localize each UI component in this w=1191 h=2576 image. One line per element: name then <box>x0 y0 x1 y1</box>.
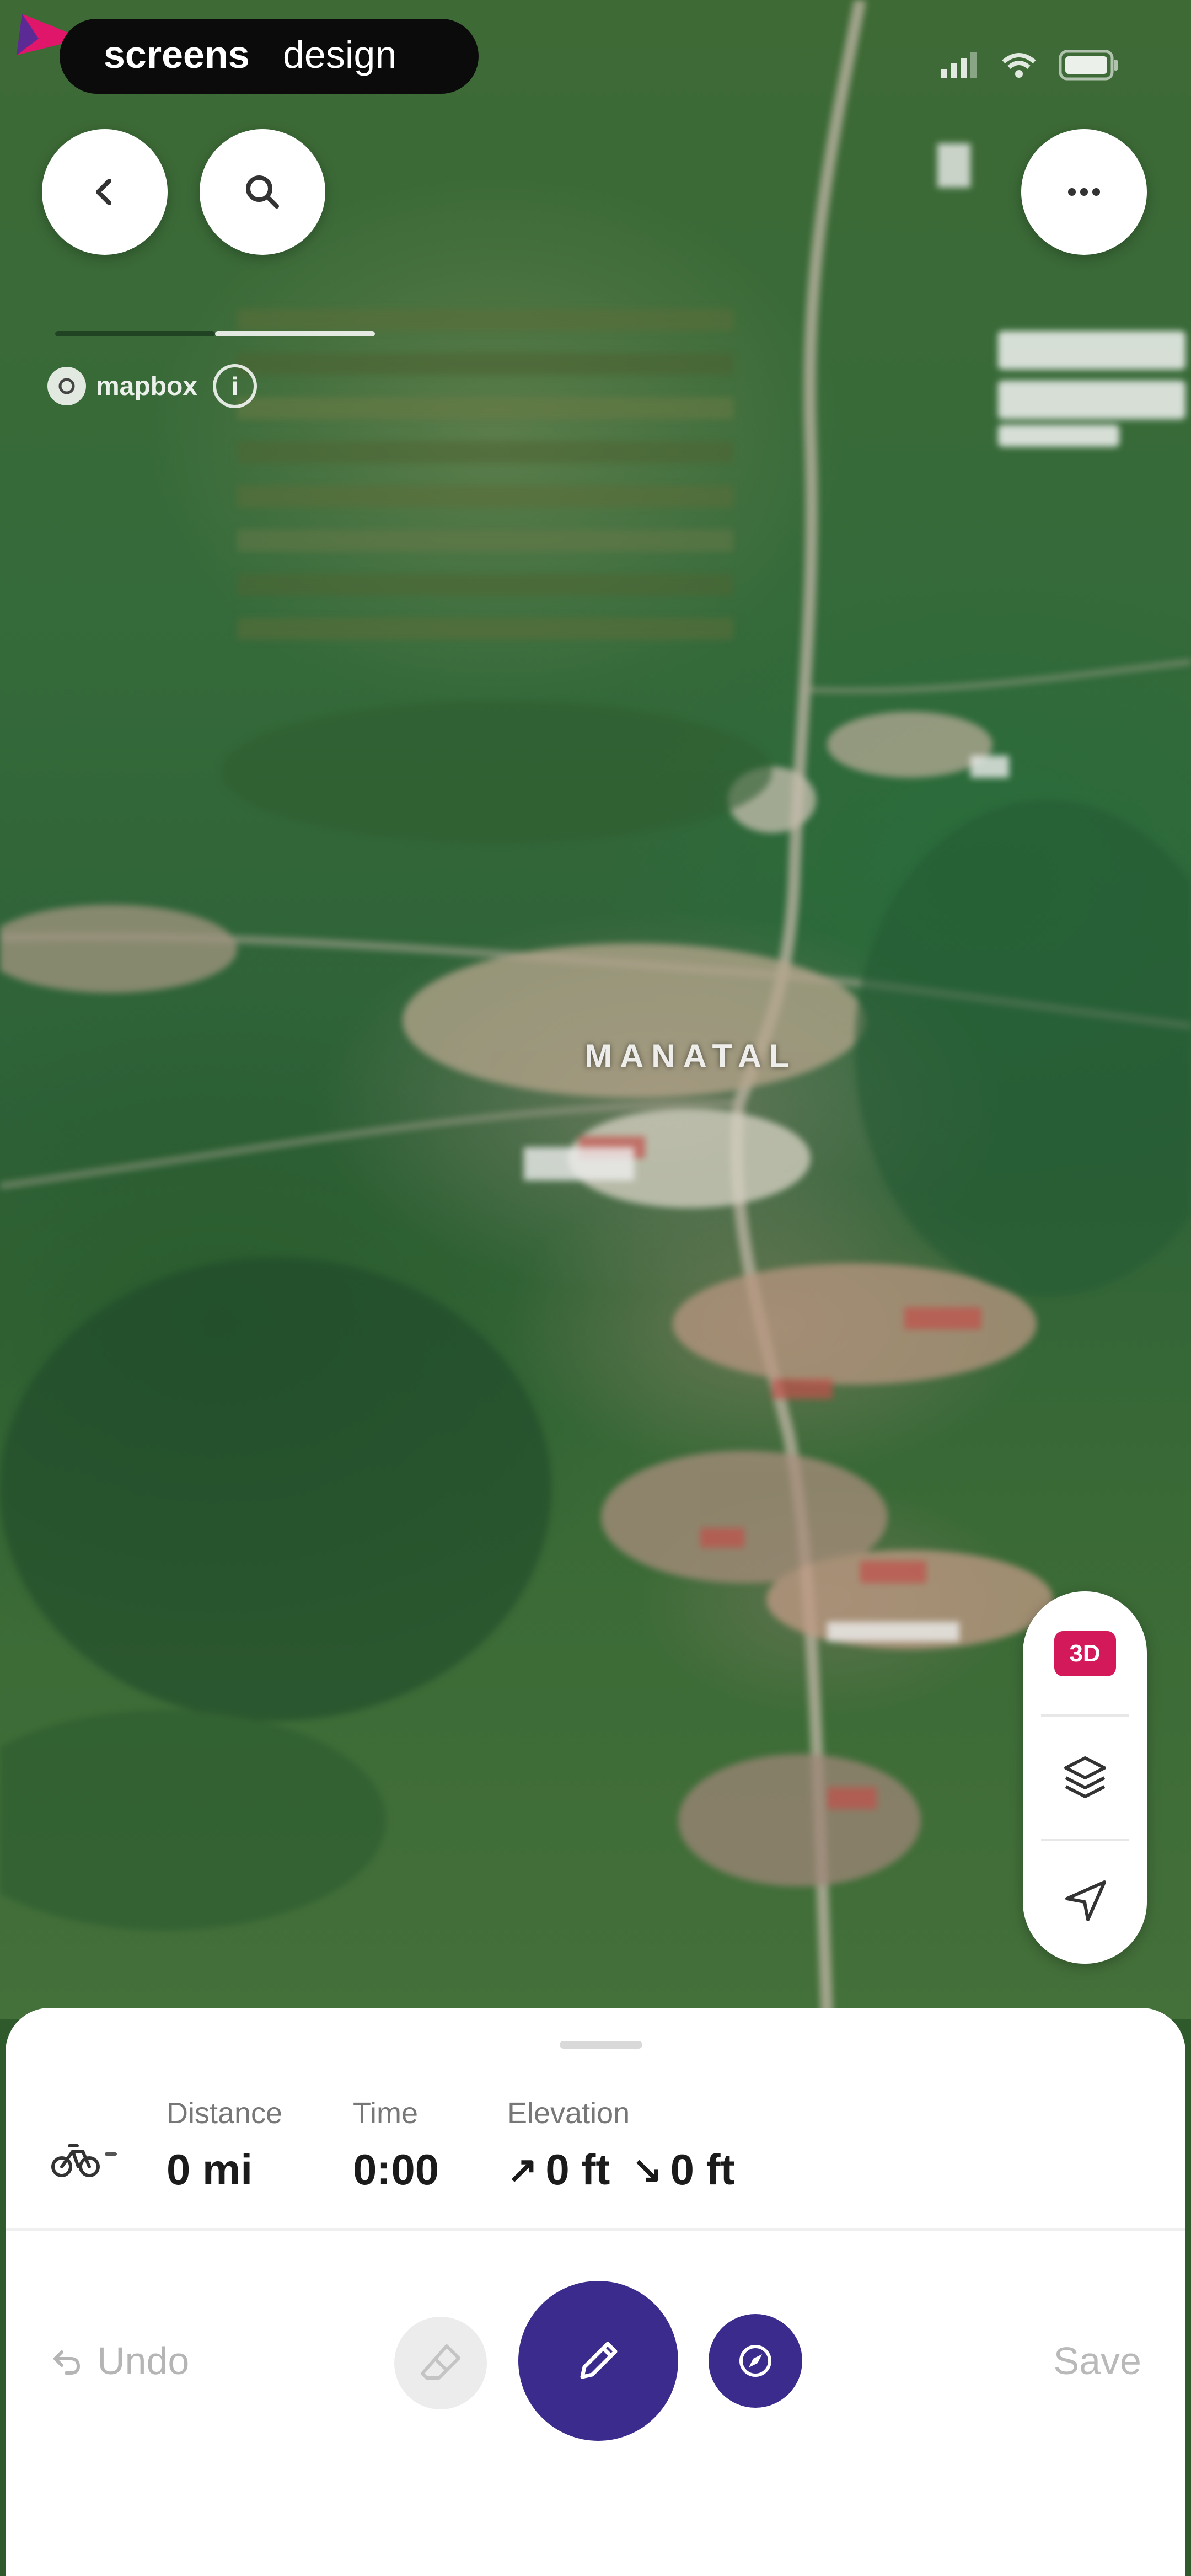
back-button[interactable] <box>42 129 168 255</box>
wifi-icon <box>1002 53 1036 78</box>
controls-divider <box>1040 1714 1129 1717</box>
search-button[interactable] <box>200 129 325 255</box>
elevation-loss-value: 0 ft <box>670 2145 735 2194</box>
elevation-loss: ↘ 0 ft <box>632 2145 734 2195</box>
layers-button[interactable] <box>1044 1736 1126 1819</box>
pencil-icon <box>580 2342 618 2379</box>
controls-divider <box>1040 1838 1129 1841</box>
elevation-label: Elevation <box>507 2097 630 2130</box>
svg-text:screens: screens <box>104 33 250 76</box>
undo-label: Undo <box>97 2339 190 2382</box>
eraser-icon <box>421 2344 460 2380</box>
snap-to-road-button[interactable] <box>709 2314 802 2408</box>
undo-icon <box>53 2350 81 2375</box>
layers-icon <box>1064 1756 1106 1799</box>
mapbox-logo[interactable]: mapbox <box>47 367 197 405</box>
elevation-stat: Elevation ↗ 0 ft ↘ 0 ft <box>507 2096 735 2195</box>
arrow-up-right-icon: ↗ <box>507 2149 538 2190</box>
draw-route-button[interactable] <box>518 2281 678 2441</box>
distance-value: 0 mi <box>167 2145 253 2194</box>
compass-icon <box>739 2345 771 2377</box>
undo-button[interactable]: Undo <box>50 2339 189 2383</box>
locate-me-button[interactable] <box>1044 1860 1126 1943</box>
mapbox-label: mapbox <box>96 371 198 401</box>
save-button[interactable]: Save <box>1053 2339 1141 2383</box>
svg-text:design: design <box>283 33 396 76</box>
screensdesign-logo: screens design <box>104 33 396 76</box>
chevron-left-icon <box>96 179 111 205</box>
map-scale-bar <box>55 331 375 336</box>
elevation-gain-value: 0 ft <box>545 2145 610 2194</box>
screensdesign-watermark: screens design <box>60 19 479 94</box>
status-bar <box>941 50 1119 81</box>
3d-label: 3D <box>1069 1639 1101 1667</box>
search-icon <box>246 175 279 209</box>
route-type-dropdown-indicator <box>105 2152 117 2156</box>
cycling-icon[interactable] <box>51 2135 100 2179</box>
route-bottom-sheet: Distance 0 mi Time 0:00 Elevation ↗ 0 ft… <box>6 2008 1185 2576</box>
arrow-down-right-icon: ↘ <box>632 2149 663 2190</box>
time-stat: Time 0:00 <box>353 2096 439 2195</box>
distance-label: Distance <box>167 2097 283 2130</box>
place-label: MANATAL <box>584 1038 797 1075</box>
time-value: 0:00 <box>353 2145 439 2194</box>
map-controls: 3D <box>1023 1591 1147 1964</box>
sheet-divider <box>6 2228 1185 2231</box>
more-options-button[interactable] <box>1021 129 1147 255</box>
3d-view-toggle[interactable]: 3D <box>1044 1612 1126 1695</box>
navigation-arrow-icon <box>1065 1880 1106 1922</box>
eraser-button[interactable] <box>394 2317 487 2409</box>
elevation-gain: ↗ 0 ft <box>507 2145 610 2195</box>
map-attribution: mapbox i <box>47 364 257 408</box>
signal-icon <box>941 52 977 78</box>
time-label: Time <box>353 2097 418 2130</box>
mapbox-icon <box>47 367 86 405</box>
sheet-grabber[interactable] <box>560 2041 642 2049</box>
distance-stat: Distance 0 mi <box>167 2096 282 2195</box>
more-horizontal-icon <box>1068 188 1100 196</box>
attribution-info-button[interactable]: i <box>213 364 257 408</box>
battery-icon <box>1059 50 1118 81</box>
